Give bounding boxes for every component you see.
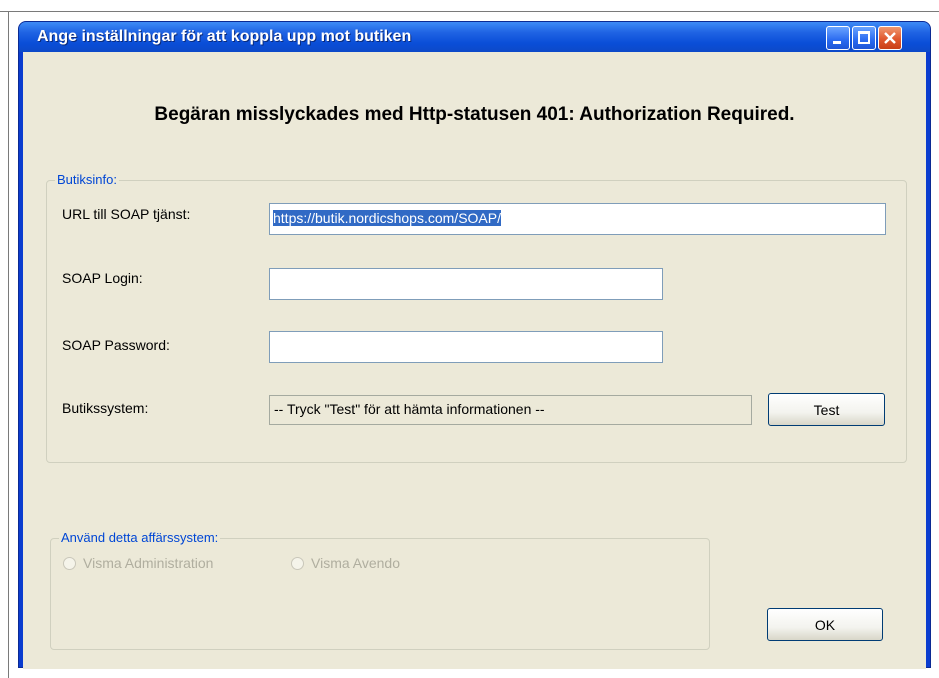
url-label: URL till SOAP tjänst: <box>62 206 191 222</box>
shop-system-label: Butikssystem: <box>62 400 149 416</box>
ok-button[interactable]: OK <box>767 608 883 641</box>
password-label: SOAP Password: <box>62 337 170 353</box>
login-field[interactable] <box>269 268 663 300</box>
title-bar[interactable]: Ange inställningar för att koppla upp mo… <box>19 22 930 52</box>
background-frame-top <box>0 11 939 12</box>
url-field[interactable]: https://butik.nordicshops.com/SOAP/ <box>269 203 886 235</box>
password-field[interactable] <box>269 331 663 363</box>
shop-system-value: -- Tryck "Test" för att hämta informatio… <box>269 395 752 425</box>
window-title: Ange inställningar för att koppla upp mo… <box>37 28 412 45</box>
radio-visma-administration[interactable]: Visma Administration <box>63 555 213 571</box>
background-frame-left <box>8 11 9 678</box>
test-button[interactable]: Test <box>768 393 885 426</box>
url-value: https://butik.nordicshops.com/SOAP/ <box>273 210 501 226</box>
minimize-icon <box>833 41 841 44</box>
shop-info-legend: Butiksinfo: <box>55 172 119 187</box>
radio-label: Visma Avendo <box>311 555 400 571</box>
business-system-legend: Använd detta affärssystem: <box>59 530 221 545</box>
close-button[interactable] <box>878 26 902 50</box>
status-message: Begäran misslyckades med Http-statusen 4… <box>154 104 795 125</box>
radio-label: Visma Administration <box>83 555 214 571</box>
close-icon <box>884 32 896 44</box>
login-label: SOAP Login: <box>62 270 143 286</box>
dialog-window: Ange inställningar för att koppla upp mo… <box>18 21 931 669</box>
radio-visma-avendo[interactable]: Visma Avendo <box>291 555 400 571</box>
maximize-icon <box>858 31 870 44</box>
radio-circle-icon <box>291 556 304 570</box>
radio-circle-icon <box>63 556 76 570</box>
minimize-button[interactable] <box>826 26 850 50</box>
maximize-button[interactable] <box>852 26 876 50</box>
dialog-body: Begäran misslyckades med Http-statusen 4… <box>23 52 926 669</box>
